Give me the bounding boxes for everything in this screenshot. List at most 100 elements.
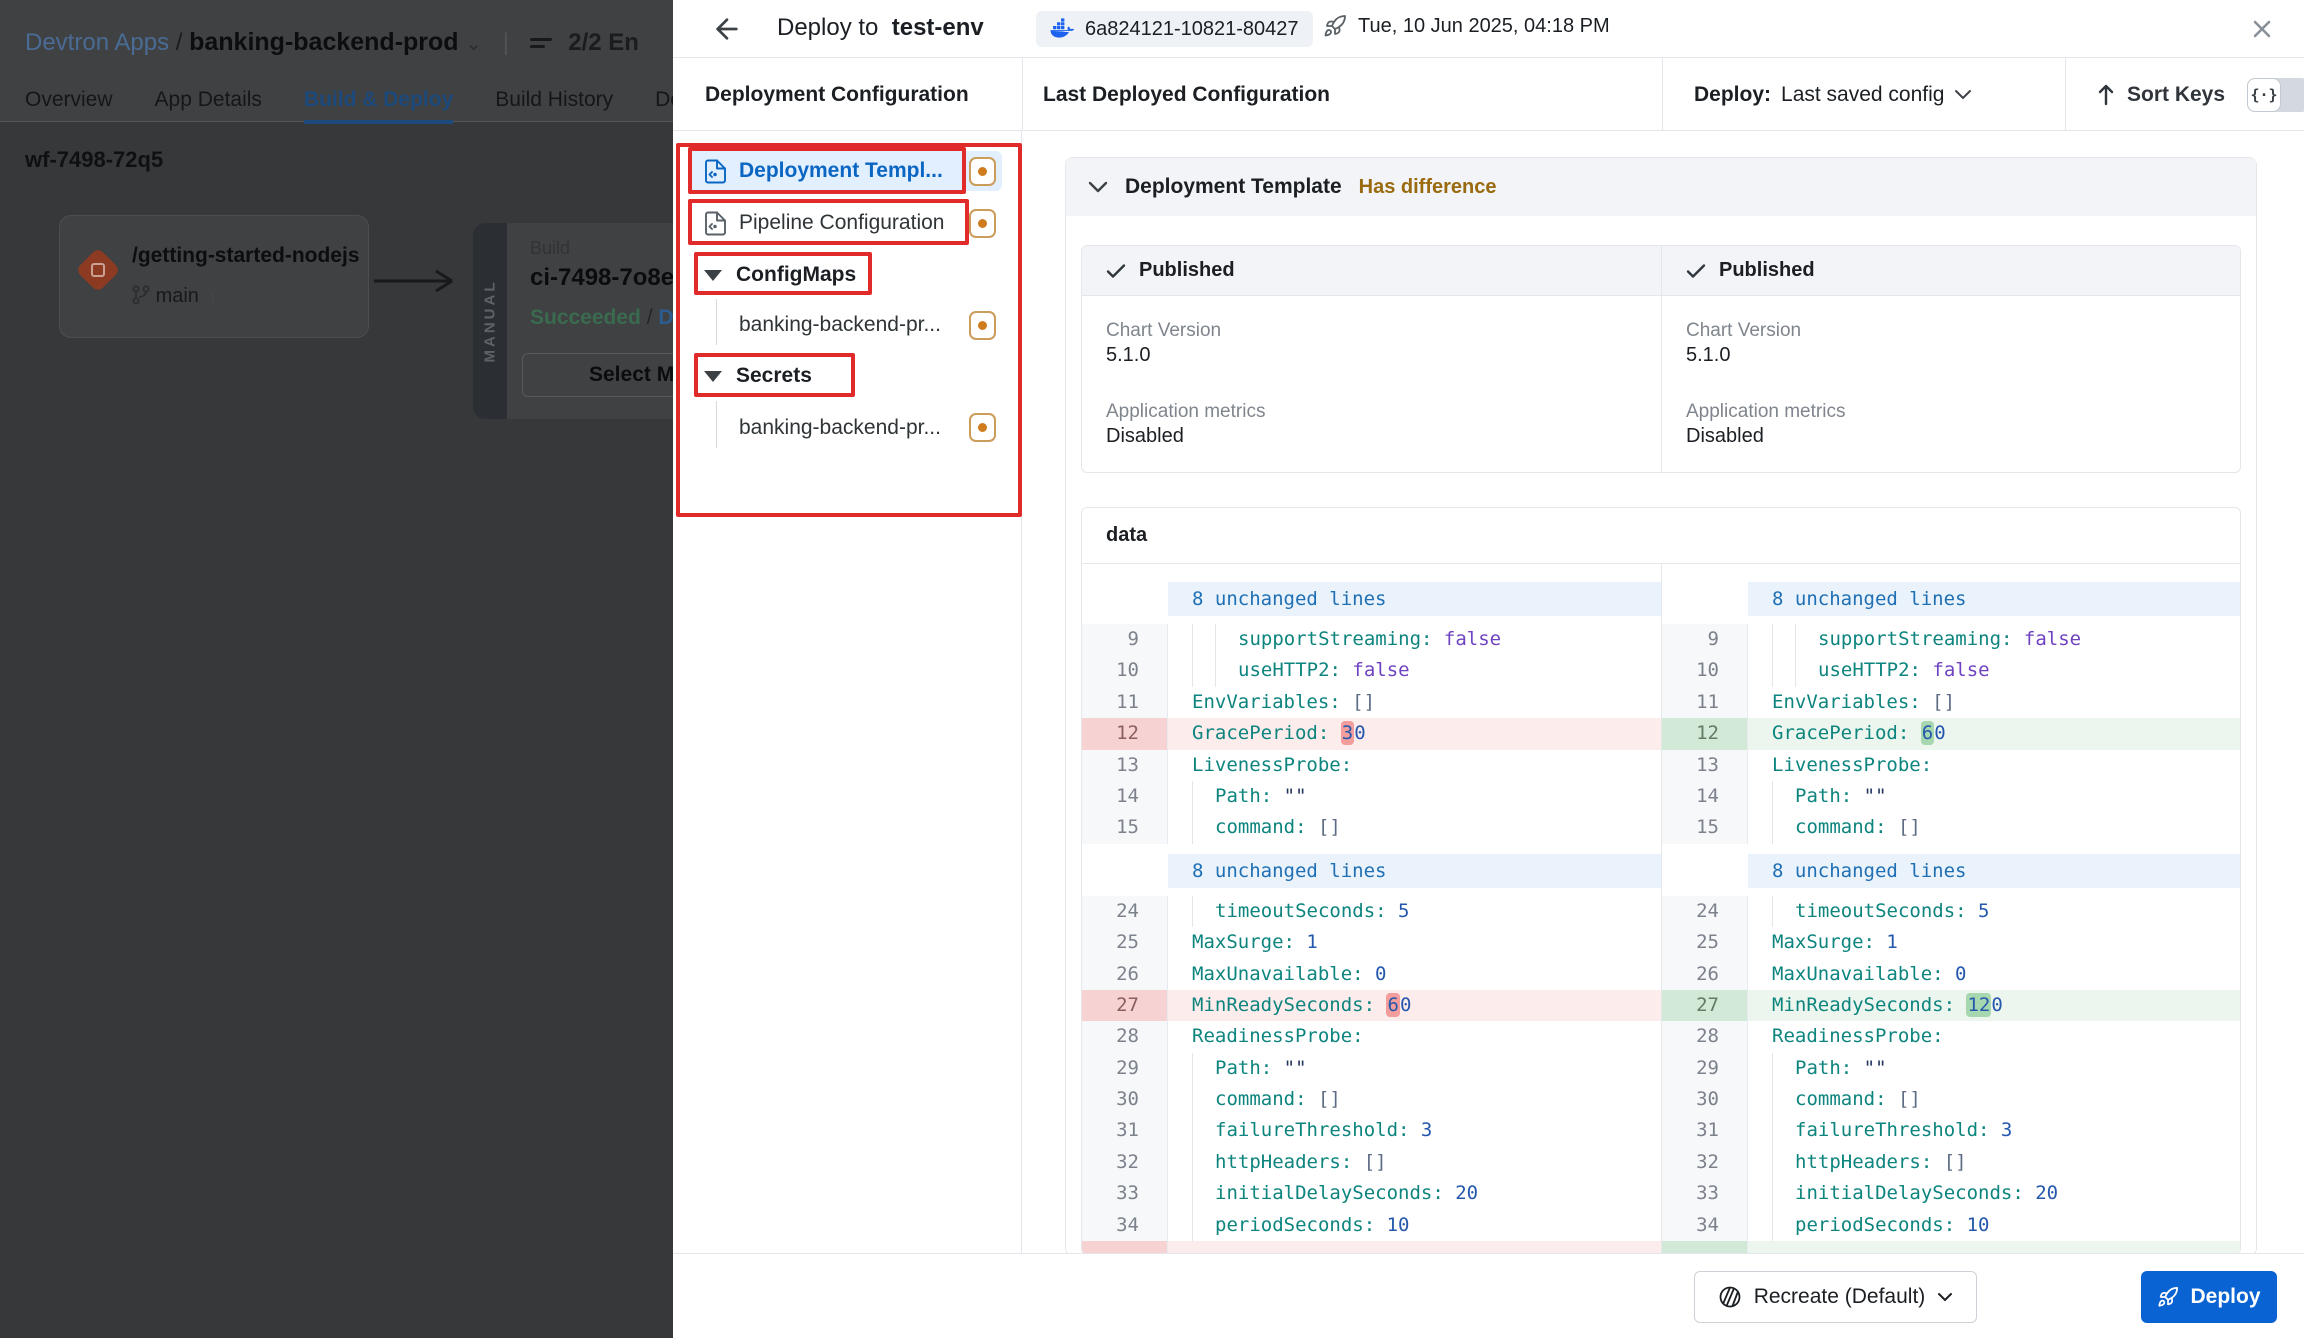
yaml-line: MaxSurge: 1 [1748,927,2240,958]
diff-row: 11EnvVariables: [] [1662,687,2240,718]
line-number: 27 [1082,990,1168,1021]
diff-pane-left: 8 unchanged lines9supportStreaming: fals… [1082,564,1661,1253]
yaml-line: ReadinessProbe: [1748,1021,2240,1052]
line-number: 32 [1082,1147,1168,1178]
strategy-icon [1718,1285,1742,1309]
yaml-line: ReadinessProbe: [1168,1021,1661,1052]
caret-down-icon [704,371,722,382]
line-number: 34 [1082,1210,1168,1241]
modal-header: Deploy to test-env 6a824121-10821-80427 … [673,0,2304,58]
unchanged-lines-separator[interactable]: 8 unchanged lines [1168,854,1661,888]
unchanged-lines-separator[interactable]: 8 unchanged lines [1168,582,1661,616]
yaml-line: LivenessProbe: [1748,750,2240,781]
workflow-arrow [374,268,470,294]
indent-guide [1772,1084,1795,1115]
yaml-line: Path: "" [1168,781,1661,812]
line-number: 34 [1662,1210,1748,1241]
unchanged-lines-separator[interactable]: 8 unchanged lines [1748,854,2240,888]
breadcrumb-separator: / [176,29,189,56]
diff-row: 33initialDelaySeconds: 20 [1082,1178,1661,1209]
tab-build-deploy[interactable]: Build & Deploy [304,88,453,124]
unchanged-lines-separator[interactable]: 8 unchanged lines [1748,582,2240,616]
branch-icon [132,285,150,305]
app-header: Devtron Apps / banking-backend-prod ⌄ | … [0,0,673,122]
chevron-down-icon[interactable]: ⌄ [465,33,482,55]
data-diff-card: data 8 unchanged lines9supportStreaming:… [1081,507,2241,1253]
indent-guide [1192,1115,1215,1146]
info-icon: ⓘ [204,287,221,306]
line-number: 31 [1662,1115,1748,1146]
divider [1662,58,1663,131]
yaml-line: GracePeriod: 30 [1168,718,1661,749]
indent-guide [1215,624,1238,655]
nav-group-secrets[interactable]: Secrets [704,357,812,395]
yaml-line: MaxUnavailable: 0 [1168,959,1661,990]
changed-indicator-dot [969,209,996,238]
chart-version-label: Chart Version [1106,320,1637,342]
changed-indicator-dot [969,311,996,340]
git-source-card[interactable]: /getting-started-nodejs main ⓘ [59,215,369,338]
changed-chars-highlight: 12 [1966,993,1991,1017]
yaml-line: command: [] [1748,1084,2240,1115]
nav-item-pipeline-configuration[interactable]: Pipeline Configuration [688,203,1002,243]
nav-group-label: Secrets [736,364,812,388]
diff-row: 26MaxUnavailable: 0 [1662,959,2240,990]
yaml-line: command: [] [1168,1084,1661,1115]
line-number: 9 [1082,624,1168,655]
code-view-toggle[interactable]: {·} [2247,78,2304,112]
nav-item-configmap-banking-backend[interactable]: banking-backend-pr... [739,304,941,346]
close-icon[interactable] [2248,15,2276,43]
caret-down-icon [704,270,722,281]
yaml-line: useHTTP2: false [1168,655,1661,686]
breadcrumb-root-link[interactable]: Devtron Apps [25,29,169,56]
app-metrics-value: Disabled [1106,425,1637,448]
deploy-config-dropdown[interactable]: Deploy: Last saved config [1694,58,1972,131]
indent-guide [1772,1178,1795,1209]
deployment-strategy-button[interactable]: Recreate (Default) [1694,1271,1977,1323]
deploy-modal: Deploy to test-env 6a824121-10821-80427 … [673,0,2304,1338]
nav-item-deployment-template[interactable]: Deployment Templ... [688,151,1002,191]
tree-guide-line [716,299,717,345]
nav-group-configmaps[interactable]: ConfigMaps [704,256,856,294]
has-difference-badge: Has difference [1359,176,1497,199]
line-number: 29 [1662,1053,1748,1084]
deploy-button[interactable]: Deploy [2141,1271,2277,1323]
yaml-line: periodSeconds: 10 [1168,1210,1661,1241]
diff-row: 27MinReadySeconds: 60 [1082,990,1661,1021]
line-number: 13 [1662,750,1748,781]
back-arrow-icon[interactable] [711,13,743,45]
line-number: 14 [1082,781,1168,812]
data-card-title: data [1082,508,2240,564]
diff-row: 32httpHeaders: [] [1662,1147,2240,1178]
modal-title: Deploy to test-env [777,14,984,42]
yaml-line: MinReadySeconds: 60 [1168,990,1661,1021]
tab-app-details[interactable]: App Details [155,88,262,124]
line-number: 11 [1082,687,1168,718]
line-number: 30 [1082,1084,1168,1115]
image-tag-text: 6a824121-10821-80427 [1085,18,1299,41]
diff-row: 28ReadinessProbe: [1662,1021,2240,1052]
line-number: 26 [1662,959,1748,990]
nav-item-secret-banking-backend[interactable]: banking-backend-pr... [739,407,941,449]
line-number: 15 [1082,812,1168,843]
filter-icon[interactable] [530,34,552,52]
docker-icon [1050,18,1076,40]
yaml-line: EnvVariables: [] [1168,687,1661,718]
tab-overview[interactable]: Overview [25,88,113,124]
diff-row: 13LivenessProbe: [1082,750,1661,781]
nav-item-label: banking-backend-pr... [739,313,941,337]
indent-guide [1215,655,1238,686]
indent-guide [1192,812,1215,843]
indent-guide [1192,1053,1215,1084]
tab-build-history[interactable]: Build History [495,88,613,124]
indent-guide [1772,1147,1795,1178]
git-repo-name: /getting-started-nodejs [132,244,360,268]
section-collapse-header[interactable]: Deployment Template Has difference [1066,158,2256,216]
sort-keys-control[interactable]: Sort Keys {·} [2097,58,2304,131]
line-number [1662,1241,1748,1253]
nav-item-label: Deployment Templ... [739,159,943,183]
line-number: 28 [1662,1021,1748,1052]
indent-guide [1192,624,1215,655]
changed-indicator-dot [969,157,996,186]
nav-item-label: banking-backend-pr... [739,416,941,440]
